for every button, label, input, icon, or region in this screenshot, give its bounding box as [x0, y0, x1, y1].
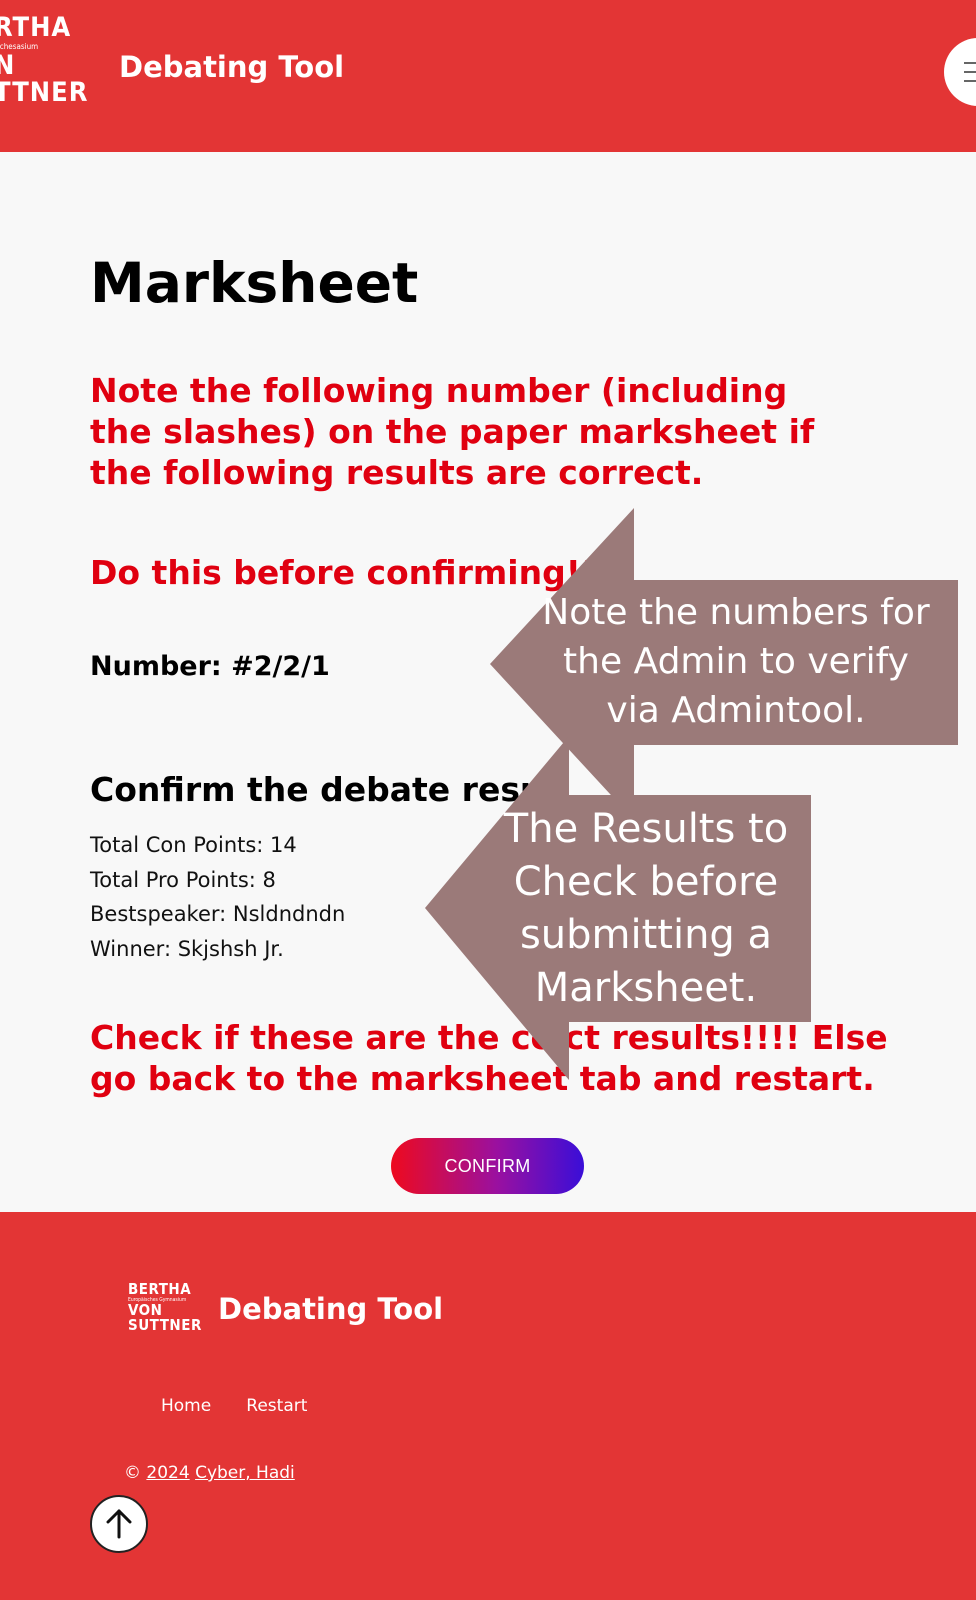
footer-logo[interactable]: BERTHA Europäisches Gymnasium VON SUTTNE… [128, 1282, 202, 1333]
callout-text-number: Note the numbers for the Admin to verify… [542, 592, 930, 731]
copyright-authors[interactable]: Cyber, Hadi [195, 1463, 295, 1483]
callout-text-results: The Results to Check before submitting a… [503, 806, 789, 1011]
footer-link-home[interactable]: Home [161, 1396, 211, 1416]
copyright-year[interactable]: 2024 [146, 1463, 189, 1483]
footer-nav: Home Restart [161, 1396, 337, 1416]
copyright-symbol: © [124, 1463, 141, 1483]
confirm-button[interactable]: CONFIRM [391, 1138, 584, 1194]
footer-title[interactable]: Debating Tool [218, 1292, 443, 1326]
back-to-top-button[interactable] [90, 1495, 148, 1553]
arrow-up-icon [106, 1509, 132, 1539]
site-footer: BERTHA Europäisches Gymnasium VON SUTTNE… [0, 1212, 976, 1600]
footer-link-restart[interactable]: Restart [246, 1396, 307, 1416]
copyright: © 2024 Cyber, Hadi [124, 1463, 295, 1483]
